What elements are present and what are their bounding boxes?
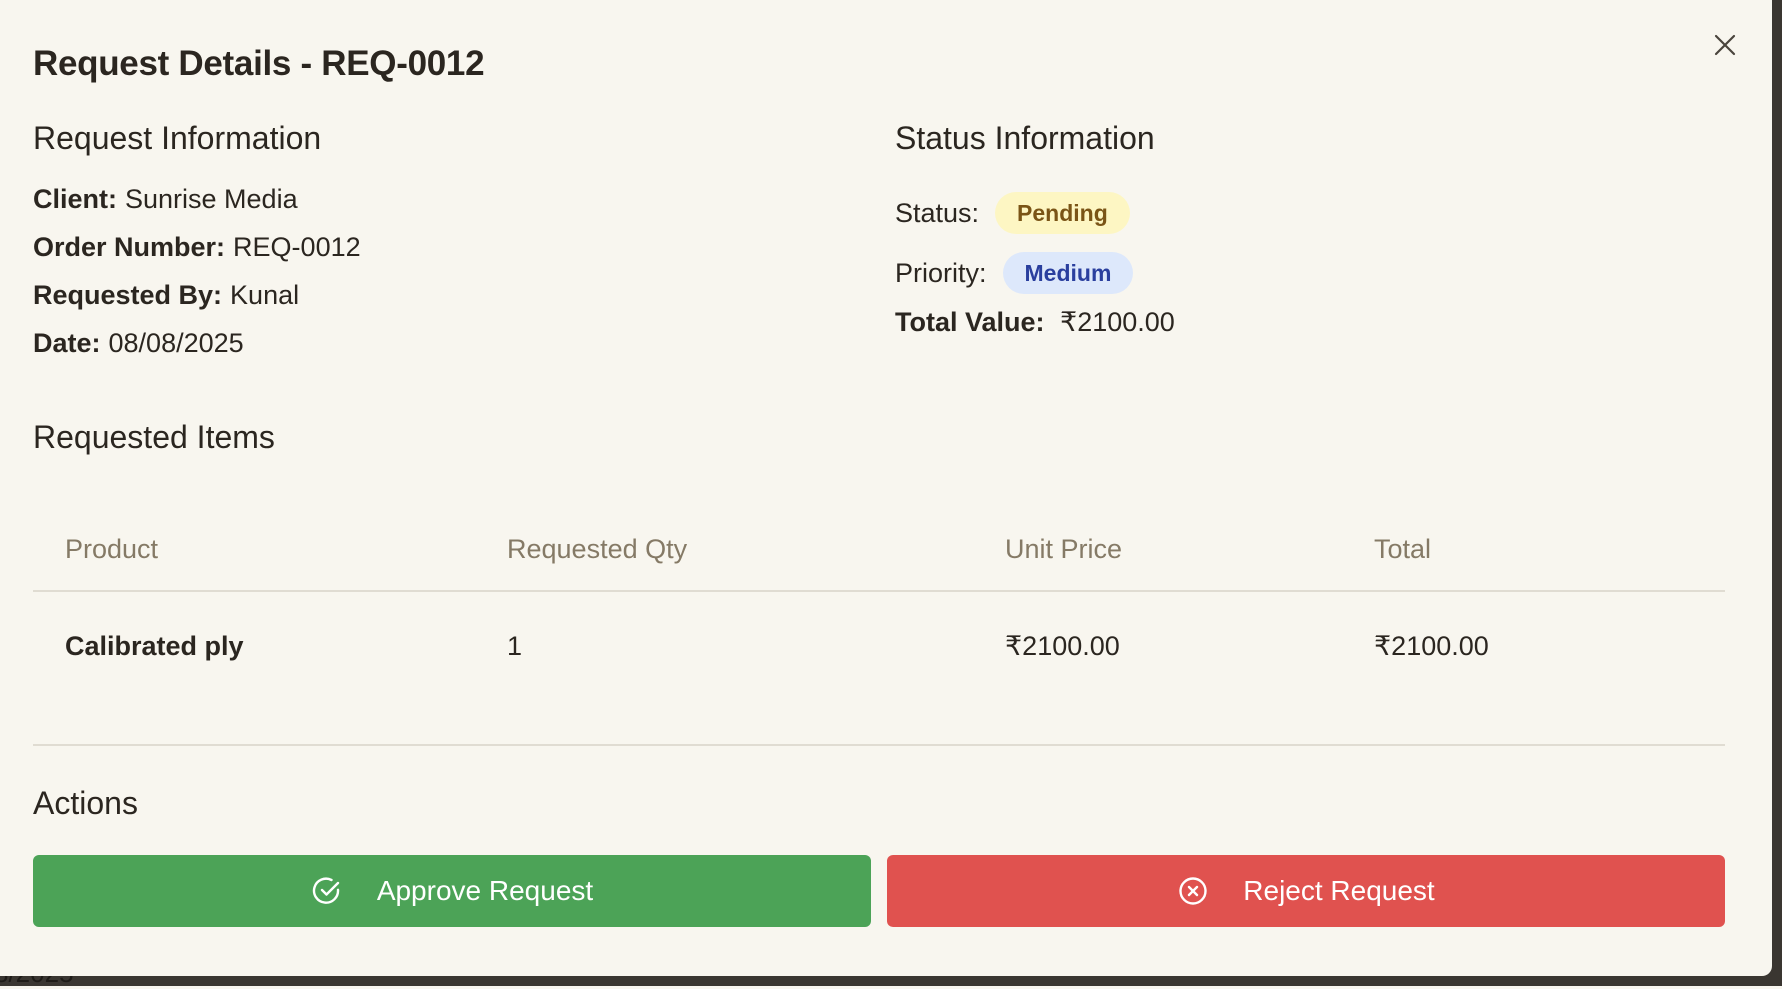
table-header: Product Requested Qty Unit Price Total	[33, 508, 1725, 592]
request-information-heading: Request Information	[33, 120, 322, 156]
status-row: Status: Pending	[895, 183, 1175, 243]
actions-divider	[33, 744, 1725, 746]
client-label: Client:	[33, 184, 117, 214]
close-button[interactable]	[1708, 30, 1742, 64]
priority-label: Priority:	[895, 257, 987, 288]
column-header-unit-price: Unit Price	[1005, 533, 1123, 564]
client-row: Client: Sunrise Media	[33, 183, 361, 231]
order-number-label: Order Number:	[33, 232, 226, 262]
check-circle-icon	[311, 875, 343, 907]
total-value-label: Total Value:	[895, 307, 1045, 337]
total-cell: ₹2100.00	[1374, 630, 1489, 661]
requested-by-value: Kunal	[230, 280, 300, 310]
priority-row: Priority: Medium	[895, 243, 1175, 303]
status-information-section: Status Information Status: Pending Prior…	[895, 120, 1175, 338]
x-circle-icon	[1177, 875, 1209, 907]
order-number-value: REQ-0012	[233, 232, 361, 262]
unit-price-cell: ₹2100.00	[1005, 630, 1120, 661]
date-label: Date:	[33, 328, 101, 358]
total-value-row: Total Value: ₹2100.00	[895, 307, 1175, 338]
close-icon	[1713, 33, 1737, 62]
actions-heading: Actions	[33, 785, 138, 821]
reject-request-button[interactable]: Reject Request	[887, 855, 1725, 927]
date-row: Date: 08/08/2025	[33, 327, 361, 375]
request-details-dialog: Request Details - REQ-0012 Request Infor…	[0, 0, 1772, 976]
status-label: Status:	[895, 197, 980, 228]
dialog-title: Request Details - REQ-0012	[33, 44, 485, 83]
requested-items-table: Product Requested Qty Unit Price Total C…	[33, 508, 1725, 700]
requested-by-label: Requested By:	[33, 280, 223, 310]
approve-request-button[interactable]: Approve Request	[33, 855, 871, 927]
column-header-total: Total	[1374, 533, 1432, 564]
product-cell: Calibrated ply	[65, 630, 244, 661]
date-value: 08/08/2025	[108, 328, 244, 358]
requested-items-heading: Requested Items	[33, 419, 275, 455]
request-information-section: Request Information Client: Sunrise Medi…	[33, 120, 361, 375]
priority-badge: Medium	[1002, 252, 1134, 294]
approve-request-label: Approve Request	[376, 875, 594, 906]
status-information-heading: Status Information	[895, 120, 1155, 156]
column-header-requested-qty: Requested Qty	[507, 533, 688, 564]
client-value: Sunrise Media	[125, 184, 298, 214]
reject-request-label: Reject Request	[1243, 875, 1435, 906]
requested-by-row: Requested By: Kunal	[33, 279, 361, 327]
column-header-product: Product	[65, 533, 159, 564]
total-value: ₹2100.00	[1060, 307, 1175, 337]
order-number-row: Order Number: REQ-0012	[33, 231, 361, 279]
status-badge: Pending	[995, 192, 1130, 234]
qty-cell: 1	[507, 630, 523, 661]
table-row: Calibrated ply 1 ₹2100.00 ₹2100.00	[33, 592, 1725, 700]
